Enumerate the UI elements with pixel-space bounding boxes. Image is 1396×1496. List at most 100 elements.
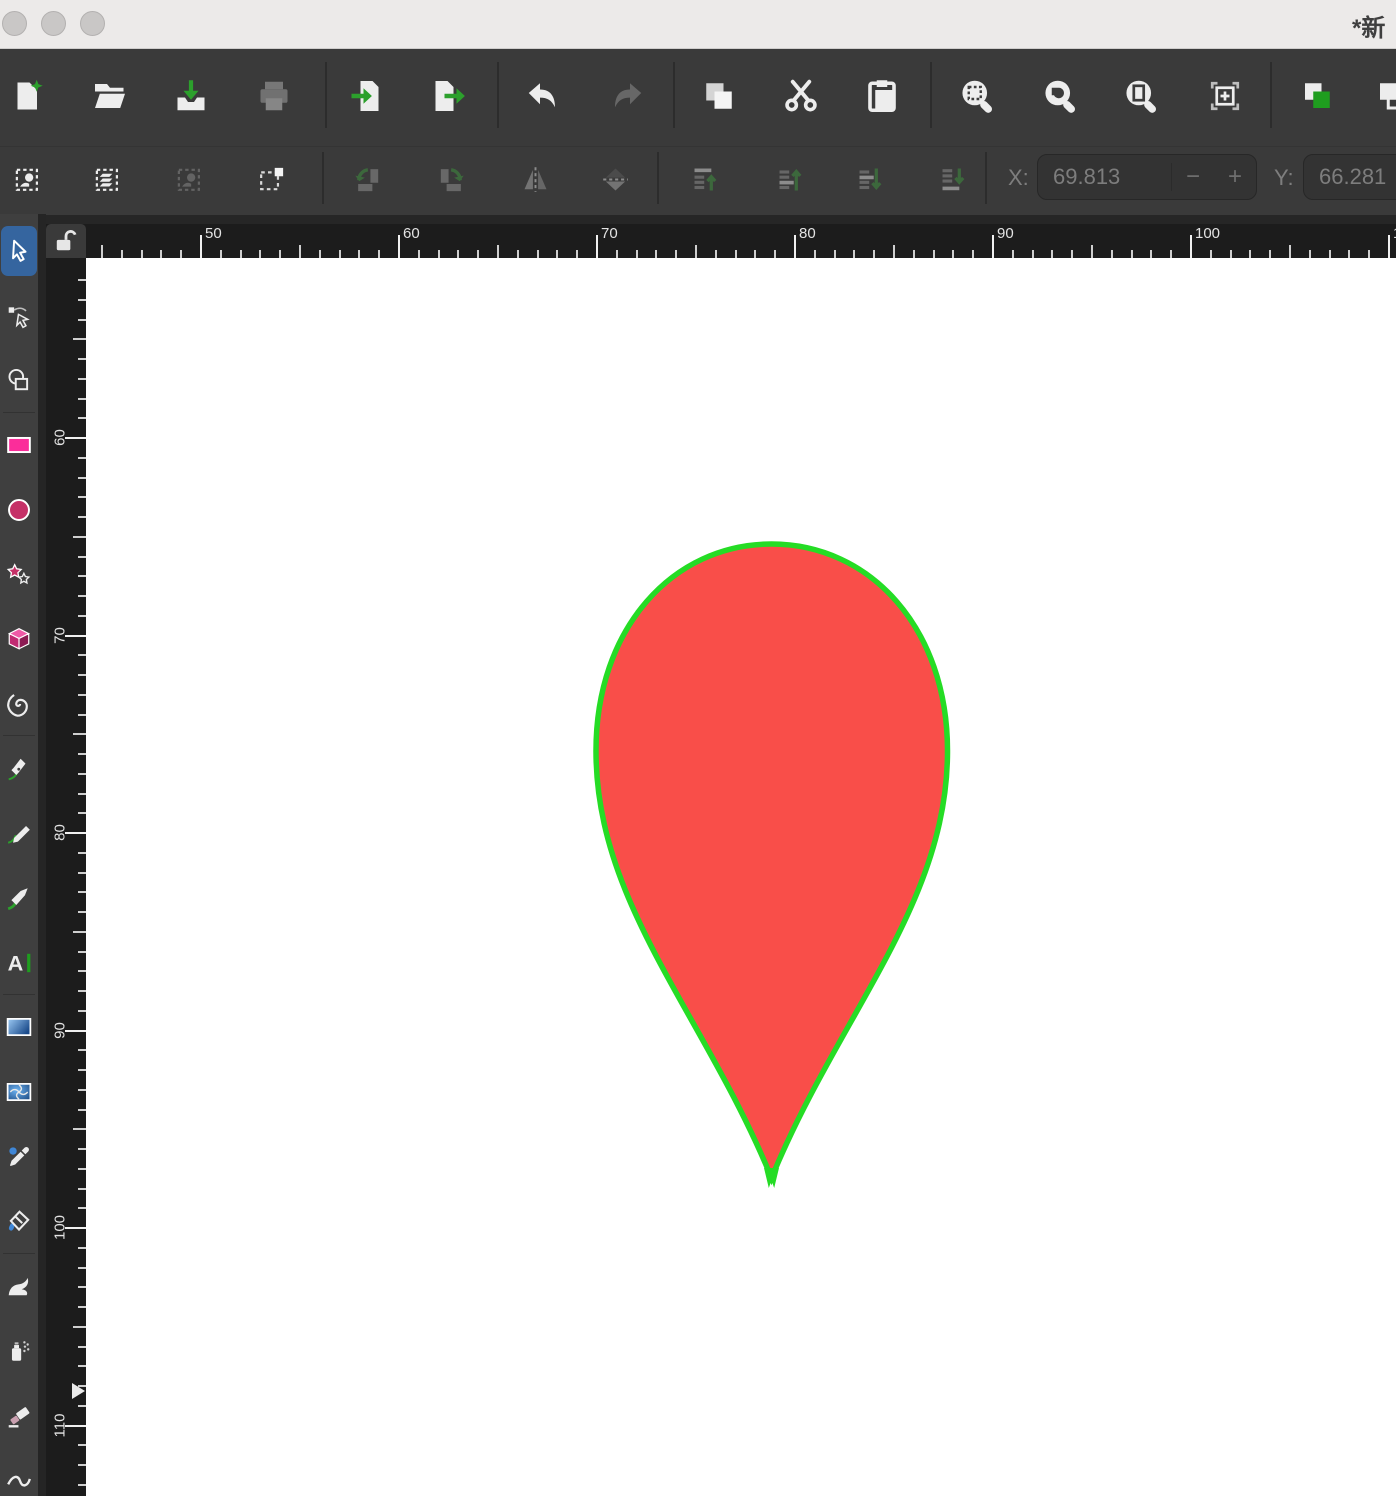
y-input[interactable]: 66.281 — [1303, 154, 1396, 200]
duplicate-button[interactable] — [1294, 73, 1340, 119]
ruler-tick — [78, 1306, 86, 1308]
tool-shape-builder[interactable] — [1, 355, 37, 405]
ruler-tick — [873, 250, 875, 258]
ruler-tick — [78, 1207, 86, 1209]
x-value[interactable]: 69.813 — [1038, 164, 1171, 190]
tool-tweak-tool[interactable] — [1, 1261, 37, 1311]
save-document-button[interactable] — [168, 73, 214, 119]
x-stepper-plus-button[interactable]: + — [1214, 163, 1256, 191]
zoom-selection-button[interactable] — [954, 73, 1000, 119]
ruler-label: 70 — [52, 615, 69, 655]
horizontal-ruler[interactable]: 5060708090100110 — [46, 224, 1396, 258]
ruler-tick — [78, 1069, 86, 1071]
y-value[interactable]: 66.281 — [1304, 164, 1396, 190]
toolbar-separator — [673, 62, 675, 128]
raise-button[interactable] — [770, 159, 810, 199]
tool-pencil-tool[interactable] — [1, 808, 37, 858]
tool-text-tool[interactable]: A — [1, 938, 37, 988]
ruler-tick — [78, 694, 86, 696]
copy-button[interactable] — [696, 73, 742, 119]
toolbar-separator — [322, 152, 324, 204]
tool-eraser-tool[interactable] — [1, 1391, 37, 1441]
undo-button[interactable] — [520, 73, 566, 119]
selection-box-button[interactable] — [251, 159, 291, 199]
tool-spiral-tool[interactable] — [1, 679, 37, 729]
ruler-tick — [1329, 250, 1331, 258]
x-input[interactable]: 69.813 − + — [1037, 154, 1257, 200]
print-document-icon — [256, 78, 292, 114]
ellipse-tool-icon — [6, 497, 32, 523]
ruler-tick — [78, 1267, 86, 1269]
mesh-gradient-tool-icon — [6, 1079, 32, 1105]
ruler-tick — [78, 299, 86, 301]
x-stepper-minus-button[interactable]: − — [1171, 163, 1214, 191]
paste-button[interactable] — [859, 73, 905, 119]
tool-ellipse-tool[interactable] — [1, 485, 37, 535]
ruler-tick — [78, 1405, 86, 1407]
ruler-tick — [73, 1326, 86, 1328]
tool-node-editor[interactable] — [1, 291, 37, 341]
minimize-button[interactable] — [41, 11, 66, 36]
ruler-tick — [1091, 245, 1093, 258]
lower-to-bottom-icon — [938, 164, 969, 195]
export-document-button[interactable] — [426, 73, 472, 119]
deselect-button[interactable] — [170, 159, 210, 199]
tool-star-tool[interactable] — [1, 550, 37, 600]
rotate-ccw-button[interactable] — [348, 159, 388, 199]
lower-button[interactable] — [850, 159, 890, 199]
tool-rectangle-tool[interactable] — [1, 420, 37, 470]
tool-spray-tool[interactable] — [1, 1326, 37, 1376]
ruler-tick — [715, 250, 717, 258]
tool-box-3d-tool[interactable] — [1, 614, 37, 664]
ruler-tick — [141, 250, 143, 258]
ruler-tick — [78, 358, 86, 360]
ruler-tick — [78, 654, 86, 656]
tool-dropper-tool[interactable] — [1, 1132, 37, 1182]
cut-button[interactable] — [778, 73, 824, 119]
ruler-tick — [299, 245, 301, 258]
select-all-icon — [13, 164, 44, 195]
tool-selector[interactable] — [1, 226, 37, 276]
rotate-cw-button[interactable] — [430, 159, 470, 199]
ruler-tick — [78, 891, 86, 893]
zoom-drawing-button[interactable] — [1037, 73, 1083, 119]
import-document-button[interactable] — [345, 73, 391, 119]
lower-to-bottom-button[interactable] — [933, 159, 973, 199]
ruler-tick — [655, 250, 657, 258]
tool-calligraphy-tool[interactable] — [1, 873, 37, 923]
redo-button[interactable] — [604, 73, 650, 119]
select-all-button[interactable] — [8, 159, 48, 199]
ruler-tick — [418, 250, 420, 258]
new-document-button[interactable] — [5, 73, 51, 119]
ruler-label: 60 — [52, 418, 69, 458]
vertical-ruler[interactable]: 60708090100110 — [46, 258, 86, 1496]
ruler-tick — [101, 245, 103, 258]
ruler-tick — [834, 250, 836, 258]
ruler-tick — [78, 496, 86, 498]
print-document-button[interactable] — [251, 73, 297, 119]
open-document-button[interactable] — [87, 73, 133, 119]
close-button[interactable] — [2, 11, 27, 36]
select-all-layers-button[interactable] — [88, 159, 128, 199]
tool-pen-tool[interactable] — [1, 744, 37, 794]
raise-to-top-button[interactable] — [685, 159, 725, 199]
guide-lock-button[interactable] — [46, 224, 86, 258]
ruler-tick — [78, 773, 86, 775]
ruler-tick — [576, 250, 578, 258]
save-document-icon — [173, 78, 209, 114]
tool-mesh-gradient-tool[interactable] — [1, 1067, 37, 1117]
ruler-tick — [78, 714, 86, 716]
flip-horizontal-button[interactable] — [515, 159, 555, 199]
toolbox: A — [0, 214, 38, 1496]
zoom-button[interactable] — [80, 11, 105, 36]
tool-gradient-tool[interactable] — [1, 1002, 37, 1052]
zoom-frame-button[interactable] — [1202, 73, 1248, 119]
tool-connector-tool[interactable] — [1, 1455, 37, 1496]
ruler-tick — [992, 235, 994, 258]
spiral-tool-icon — [6, 691, 32, 717]
flip-vertical-button[interactable] — [595, 159, 635, 199]
zoom-page-button[interactable] — [1118, 73, 1164, 119]
ruler-tick — [78, 812, 86, 814]
clone-button[interactable] — [1369, 73, 1396, 119]
tool-paint-bucket-tool[interactable] — [1, 1197, 37, 1247]
